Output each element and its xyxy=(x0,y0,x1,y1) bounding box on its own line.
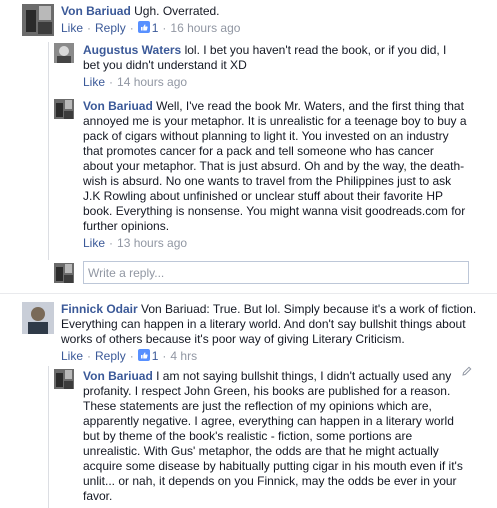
like-count[interactable]: 1 xyxy=(137,21,158,36)
divider xyxy=(0,293,497,294)
timestamp[interactable]: 4 hrs xyxy=(170,349,197,364)
comment-actions: Like · 13 hours ago xyxy=(83,236,188,251)
like-link[interactable]: Like xyxy=(83,236,105,251)
avatar[interactable] xyxy=(54,99,74,119)
timestamp[interactable]: 14 hours ago xyxy=(117,75,187,90)
reply-link[interactable]: Reply xyxy=(95,21,126,36)
comment-actions: Like · 14 hours ago xyxy=(83,75,188,90)
reply-von-bariuad-1: Von Bariuad Well, I've read the book Mr.… xyxy=(54,99,494,251)
reply-composer xyxy=(54,261,469,284)
avatar[interactable] xyxy=(22,302,54,334)
comment-text: Well, I've read the book Mr. Waters, and… xyxy=(83,99,467,233)
timestamp[interactable]: 13 hours ago xyxy=(117,236,187,251)
like-link[interactable]: Like xyxy=(61,349,83,364)
like-count[interactable]: 1 xyxy=(137,349,158,364)
comment-actions: Like · Reply · 1 · 16 hours ago xyxy=(61,21,241,36)
comment-text: I am not saying bullshit things, I didn'… xyxy=(83,369,463,503)
comment-author[interactable]: Finnick Odair xyxy=(61,302,138,316)
thumbs-up-icon xyxy=(137,349,150,361)
avatar[interactable] xyxy=(54,369,74,389)
comment-von-bariuad-1: Von Bariuad Ugh. Overrated. Like · Reply… xyxy=(22,4,492,36)
avatar[interactable] xyxy=(54,43,74,63)
avatar[interactable] xyxy=(22,4,54,36)
thread-line xyxy=(48,42,49,260)
reply-von-bariuad-2: Von Bariuad I am not saying bullshit thi… xyxy=(54,369,494,504)
comment-author[interactable]: Von Bariuad xyxy=(61,4,131,18)
thread-line xyxy=(48,366,49,508)
comment-author[interactable]: Von Bariuad xyxy=(83,369,153,383)
comment-author[interactable]: Augustus Waters xyxy=(83,43,181,57)
reply-input[interactable] xyxy=(83,261,469,284)
like-link[interactable]: Like xyxy=(61,21,83,36)
reply-augustus-waters: Augustus Waters lol. I bet you haven't r… xyxy=(54,43,494,90)
comment-actions: Like · Reply · 1 · 4 hrs xyxy=(61,349,198,364)
comment-author[interactable]: Von Bariuad xyxy=(83,99,153,113)
comment-finnick-odair: Finnick Odair Von Bariuad: True. But lol… xyxy=(22,302,492,364)
timestamp[interactable]: 16 hours ago xyxy=(170,21,240,36)
thumbs-up-icon xyxy=(137,21,150,33)
like-link[interactable]: Like xyxy=(83,75,105,90)
comment-text: Ugh. Overrated. xyxy=(134,4,220,18)
avatar xyxy=(54,262,74,283)
reply-link[interactable]: Reply xyxy=(95,349,126,364)
